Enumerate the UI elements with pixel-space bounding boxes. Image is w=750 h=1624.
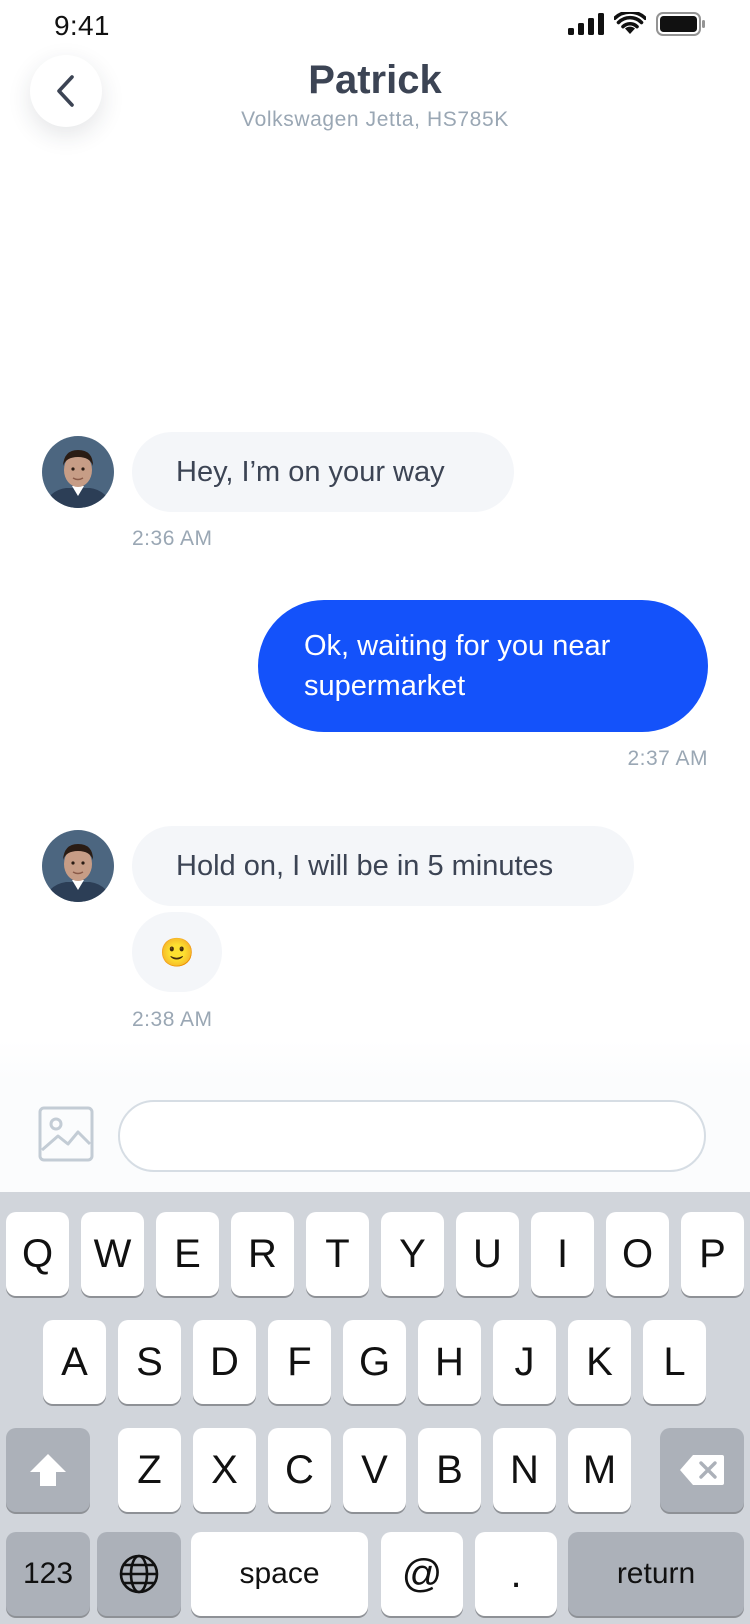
message-timestamp: 2:37 AM <box>627 747 708 770</box>
key-y[interactable]: Y <box>381 1212 444 1296</box>
message-bubble-incoming: Hey, I’m on your way <box>132 432 514 512</box>
delete-key[interactable] <box>660 1428 744 1512</box>
message-text: Hey, I’m on your way <box>176 455 445 488</box>
contact-name: Patrick <box>308 58 442 102</box>
key-l[interactable]: L <box>643 1320 706 1404</box>
smile-emoji: 🙂 <box>159 936 195 968</box>
key-u[interactable]: U <box>456 1212 519 1296</box>
key-r[interactable]: R <box>231 1212 294 1296</box>
globe-icon <box>119 1554 159 1594</box>
key-j[interactable]: J <box>493 1320 556 1404</box>
key-s[interactable]: S <box>118 1320 181 1404</box>
wifi-icon <box>614 12 646 34</box>
status-bar: 9:41 <box>0 0 750 50</box>
composer <box>0 1080 750 1192</box>
space-key[interactable]: space <box>191 1532 368 1616</box>
message-bubble-outgoing: Ok, waiting for you near supermarket <box>258 600 708 732</box>
key-t[interactable]: T <box>306 1212 369 1296</box>
driver-avatar <box>42 436 114 508</box>
key-k[interactable]: K <box>568 1320 631 1404</box>
driver-avatar <box>42 830 114 902</box>
emoji-bubble: 🙂 <box>132 912 222 992</box>
key-w[interactable]: W <box>81 1212 144 1296</box>
key-z[interactable]: Z <box>118 1428 181 1512</box>
key-o[interactable]: O <box>606 1212 669 1296</box>
battery-icon <box>656 12 705 36</box>
key-g[interactable]: G <box>343 1320 406 1404</box>
message-timestamp: 2:38 AM <box>132 1008 213 1031</box>
key-x[interactable]: X <box>193 1428 256 1512</box>
key-a[interactable]: A <box>43 1320 106 1404</box>
return-key[interactable]: return <box>568 1532 744 1616</box>
key-e[interactable]: E <box>156 1212 219 1296</box>
key-n[interactable]: N <box>493 1428 556 1512</box>
key-c[interactable]: C <box>268 1428 331 1512</box>
status-icons <box>568 12 706 36</box>
message-input[interactable] <box>118 1100 706 1172</box>
backspace-icon <box>680 1455 724 1485</box>
key-h[interactable]: H <box>418 1320 481 1404</box>
numbers-key[interactable]: 123 <box>6 1532 90 1616</box>
key-i[interactable]: I <box>531 1212 594 1296</box>
attach-image-button[interactable] <box>38 1106 94 1162</box>
globe-key[interactable] <box>97 1532 181 1616</box>
at-key[interactable]: @ <box>381 1532 463 1616</box>
image-icon <box>38 1106 94 1162</box>
key-d[interactable]: D <box>193 1320 256 1404</box>
status-time: 9:41 <box>54 10 110 41</box>
key-q[interactable]: Q <box>6 1212 69 1296</box>
shift-arrow-icon <box>30 1454 66 1486</box>
composer-fade <box>0 1040 750 1080</box>
message-text: Hold on, I will be in 5 minutes <box>176 849 554 882</box>
key-v[interactable]: V <box>343 1428 406 1512</box>
keyboard: Q W E R T Y U I O P A S D F G H J K L Z … <box>0 1192 750 1624</box>
message-bubble-incoming: Hold on, I will be in 5 minutes <box>132 826 634 906</box>
cellular-signal-icon <box>568 13 604 35</box>
vehicle-info: Volkswagen Jetta, HS785K <box>241 108 509 131</box>
message-timestamp: 2:36 AM <box>132 527 213 550</box>
key-m[interactable]: M <box>568 1428 631 1512</box>
key-f[interactable]: F <box>268 1320 331 1404</box>
key-b[interactable]: B <box>418 1428 481 1512</box>
shift-key[interactable] <box>6 1428 90 1512</box>
message-text: Ok, waiting for you near supermarket <box>304 630 611 702</box>
dot-key[interactable]: . <box>475 1532 557 1616</box>
key-p[interactable]: P <box>681 1212 744 1296</box>
